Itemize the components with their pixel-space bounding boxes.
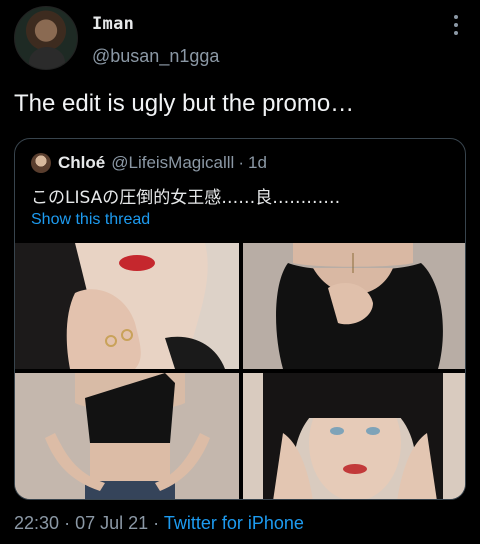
quoted-author-name[interactable]: Chloé xyxy=(58,153,105,173)
media-photo-2[interactable] xyxy=(243,243,465,369)
tweet-detail: Iman @busan_n1gga The edit is ugly but t… xyxy=(0,0,480,544)
author-avatar[interactable] xyxy=(14,6,78,70)
author-names: Iman @busan_n1gga xyxy=(92,14,219,67)
quoted-author-avatar[interactable] xyxy=(31,153,51,173)
quoted-author-handle[interactable]: @LifeisMagicalll xyxy=(111,153,234,173)
show-thread-link[interactable]: Show this thread xyxy=(31,211,150,229)
quoted-separator: · xyxy=(238,153,244,172)
tweet-date[interactable]: 07 Jul 21 xyxy=(75,513,148,533)
vertical-ellipsis-icon[interactable] xyxy=(452,14,460,36)
tweet-author[interactable]: Iman @busan_n1gga xyxy=(14,6,219,70)
tweet-meta: 22:30 · 07 Jul 21 · Twitter for iPhone xyxy=(14,513,304,534)
tweet-text: The edit is ugly but the promo… xyxy=(14,90,355,117)
photo-3-illustration xyxy=(15,373,239,499)
media-photo-3[interactable] xyxy=(15,373,239,499)
tweet-source-link[interactable]: Twitter for iPhone xyxy=(164,513,304,533)
photo-2-illustration xyxy=(243,243,465,369)
meta-separator-1: · xyxy=(64,513,71,533)
tweet-time[interactable]: 22:30 xyxy=(14,513,59,533)
author-handle[interactable]: @busan_n1gga xyxy=(92,46,219,67)
meta-separator-2: · xyxy=(153,513,160,533)
quoted-tweet-text: このLISAの圧倒的女王感……良………… xyxy=(31,188,341,208)
photo-1-illustration xyxy=(15,243,239,369)
media-photo-4[interactable] xyxy=(243,373,465,499)
photo-4-illustration xyxy=(243,373,465,499)
media-grid xyxy=(15,243,465,499)
quoted-tweet-header: Chloé @LifeisMagicalll · 1d xyxy=(31,153,267,173)
quoted-tweet[interactable]: Chloé @LifeisMagicalll · 1d このLISAの圧倒的女王… xyxy=(14,138,466,500)
quoted-timestamp[interactable]: 1d xyxy=(248,153,267,173)
author-display-name[interactable]: Iman xyxy=(92,14,219,34)
media-photo-1[interactable] xyxy=(15,243,239,369)
